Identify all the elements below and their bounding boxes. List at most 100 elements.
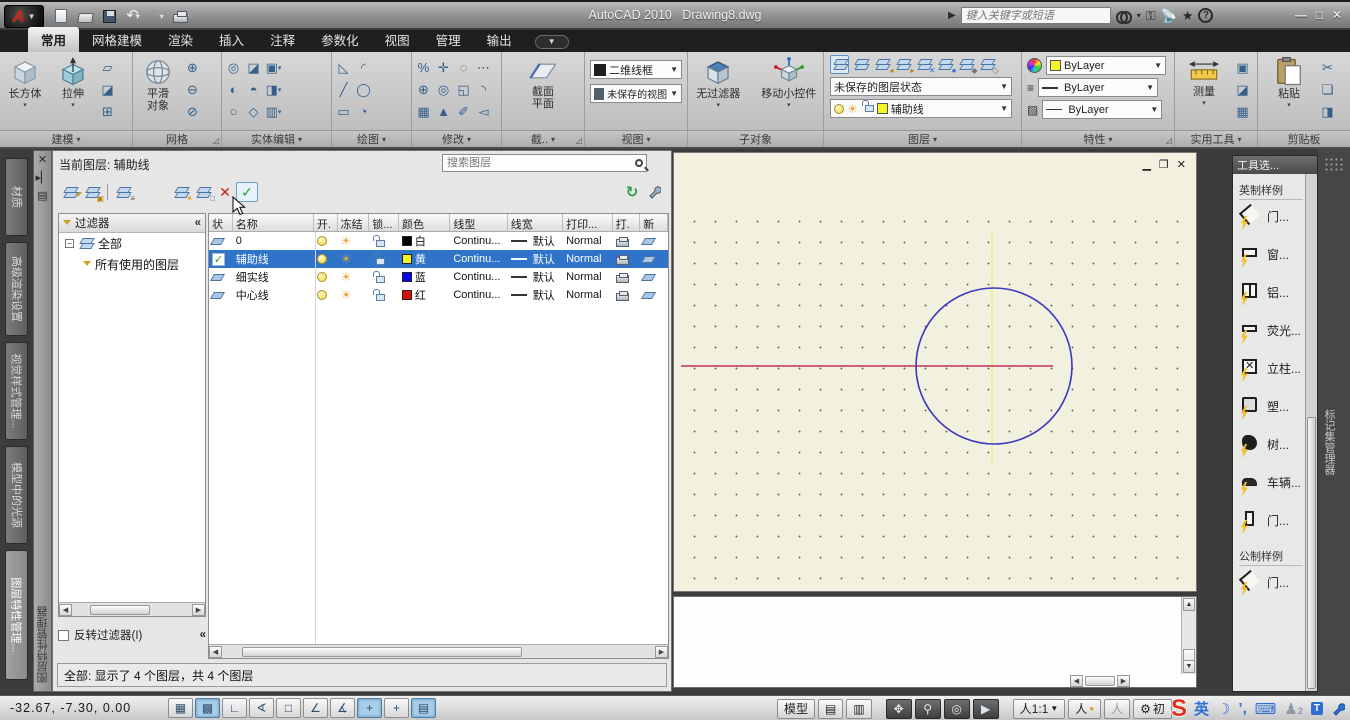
polysolid-icon[interactable]: ▱ — [98, 58, 117, 77]
panel-label-modeling[interactable]: 建模▾ — [0, 130, 132, 147]
no-filter-button[interactable]: 无过滤器▾ — [690, 55, 747, 109]
layer-plot-printer-icon[interactable] — [613, 286, 641, 304]
ribbon-tab-5[interactable]: 参数化 — [308, 27, 372, 52]
column-header-8[interactable]: 打印... — [563, 214, 612, 231]
mesh-reduce-icon[interactable]: ⊖ — [183, 80, 202, 99]
scale-icon[interactable]: ◱ — [454, 80, 473, 99]
layer-plotstyle-cell[interactable]: Normal — [563, 286, 612, 304]
filter-tree-root[interactable]: − 全部 — [59, 233, 205, 254]
copy-icon[interactable]: ◌ — [454, 58, 473, 77]
layer-properties-icon[interactable] — [830, 55, 849, 74]
quick-select-icon[interactable]: ▣ — [1233, 58, 1252, 77]
layer-lineweight-cell[interactable]: 默认 — [508, 250, 563, 268]
divide-icon[interactable]: % — [414, 58, 433, 77]
shell-icon[interactable]: ▥ ▾ — [264, 102, 283, 121]
new-group-filter-button[interactable]: ▣ — [81, 182, 103, 202]
layer-color-cell[interactable]: 黄 — [399, 250, 450, 268]
layer-color-cell[interactable]: 蓝 — [399, 268, 450, 286]
grid-toggle[interactable]: ▩ — [195, 698, 220, 718]
palette-tool-0-5[interactable]: 塑... — [1241, 396, 1305, 416]
layer-row-中心线[interactable]: 中心线☀红Continu...默认Normal — [209, 286, 668, 304]
column-header-7[interactable]: 线宽 — [508, 214, 563, 231]
layer-freeze-sun-icon[interactable]: ☀ — [338, 286, 370, 304]
layer-plot-printer-icon[interactable] — [613, 268, 641, 286]
surface-icon[interactable]: ◪ — [98, 80, 117, 99]
ime-fullhalf-moon-icon[interactable]: ☽ — [1217, 700, 1230, 718]
layer-lock-icon[interactable]: ◆ — [956, 55, 975, 74]
settings-button[interactable] — [643, 182, 665, 202]
tool-palettes-title[interactable]: 工具选... — [1233, 156, 1317, 174]
close-button[interactable]: ✕ — [1332, 8, 1342, 22]
column-header-5[interactable]: 颜色 — [399, 214, 450, 231]
layer-freeze-icon[interactable]: ✕ — [914, 55, 933, 74]
filter-tree-child[interactable]: 所有使用的图层 — [59, 254, 205, 275]
mesh-refine-icon[interactable]: ⊕ — [183, 58, 202, 77]
layer-off-icon[interactable]: ● — [935, 55, 954, 74]
palette-tool-0-1[interactable]: 窗... — [1241, 244, 1305, 264]
workspace-switch-button[interactable]: ⚙初 — [1133, 699, 1172, 719]
panel-label-draw[interactable]: 绘图▾ — [332, 130, 411, 147]
ime-skin-icon[interactable]: T — [1311, 702, 1323, 715]
arc-icon[interactable]: ◜ — [354, 58, 373, 77]
sogou-ime-logo[interactable]: S — [1171, 699, 1187, 719]
layer-on-bulb-icon[interactable] — [314, 268, 338, 286]
layer-lock-icon[interactable] — [369, 250, 399, 268]
showmotion-button[interactable]: ▶ — [973, 699, 999, 719]
layer-unlock-icon[interactable]: ◇ — [977, 55, 996, 74]
layer-color-cell[interactable]: 红 — [399, 286, 450, 304]
layer-state-dropdown[interactable]: 未保存的图层状态▼ — [830, 77, 1012, 96]
panel-label-modify[interactable]: 修改▾ — [412, 130, 501, 147]
text-vertical-scrollbar[interactable]: ▲ ▼ — [1181, 597, 1196, 674]
object-color-dropdown[interactable]: ByLayer▼ — [1046, 56, 1166, 75]
panel-label-subobject[interactable]: 子对象 — [688, 130, 823, 147]
scroll-right-icon[interactable]: ▶ — [192, 604, 205, 616]
viewport-close-icon[interactable]: ✕ — [1177, 158, 1186, 171]
table-horizontal-scrollbar[interactable]: ◀ ▶ — [209, 644, 668, 658]
layer-plot-printer-icon[interactable] — [613, 250, 641, 268]
thicken-icon[interactable]: ◓ — [244, 80, 263, 99]
smooth-object-button[interactable]: 平滑对象 — [135, 55, 181, 112]
tree-expand-icon[interactable]: − — [65, 239, 74, 248]
model-space-button[interactable]: 模型 — [777, 699, 815, 719]
layer-states-manager-button[interactable]: ≡ — [112, 182, 134, 202]
panel-label-properties[interactable]: 特性▾◿ — [1022, 130, 1174, 147]
panel-label-layers[interactable]: 图层▾ — [824, 130, 1021, 147]
ribbon-tab-0[interactable]: 常用 — [28, 27, 79, 52]
ime-punctuation-icon[interactable]: ’, — [1238, 700, 1246, 717]
panel-launcher-icon[interactable]: ◿ — [1166, 136, 1172, 145]
palette-tool-0-6[interactable]: 树... — [1241, 434, 1305, 454]
help-icon[interactable]: ? — [1198, 8, 1213, 23]
panel-label-clipboard[interactable]: 剪贴板 — [1258, 130, 1350, 147]
favorites-star-icon[interactable]: ★ — [1182, 8, 1194, 24]
slice-icon[interactable]: ◪ — [244, 58, 263, 77]
line-icon[interactable]: ╱ — [334, 80, 353, 99]
ime-user-icon[interactable]: ♟2 — [1284, 700, 1302, 718]
layer-linetype-cell[interactable]: Continu... — [450, 232, 507, 250]
section-plane-button[interactable]: 截面平面 — [513, 55, 573, 110]
layer-lock-icon[interactable] — [369, 268, 399, 286]
dyn-toggle[interactable]: + — [384, 698, 409, 718]
layer-isolate-icon[interactable]: ▸ — [893, 55, 912, 74]
coordinates-readout[interactable]: -32.67, -7.30, 0.00 — [10, 701, 131, 715]
layer-linetype-cell[interactable]: Continu... — [450, 250, 507, 268]
palette-tool-0-8[interactable]: 门... — [1241, 510, 1305, 530]
subscription-key-icon[interactable]: ⚿ — [1146, 8, 1156, 24]
ducs-toggle[interactable]: + — [357, 698, 382, 718]
layer-lineweight-cell[interactable]: 默认 — [508, 286, 563, 304]
array-icon[interactable]: ▦ — [414, 102, 433, 121]
layer-lineweight-cell[interactable]: 默认 — [508, 232, 563, 250]
layer-vpfreeze-icon[interactable] — [640, 268, 668, 286]
palette-scrollbar[interactable] — [1305, 174, 1317, 691]
lineweight-dropdown[interactable]: ByLayer▼ — [1038, 78, 1158, 97]
lineweight-toggle[interactable]: ▤ — [411, 698, 436, 718]
mesh-crease-icon[interactable]: ⊘ — [183, 102, 202, 121]
imprint-icon[interactable]: ◨ ▾ — [264, 80, 283, 99]
column-header-9[interactable]: 打. — [613, 214, 641, 231]
scroll-right-icon[interactable]: ▶ — [1117, 675, 1130, 687]
panel-label-utilities[interactable]: 实用工具▾ — [1175, 130, 1257, 147]
zoom-button[interactable]: ⚲ — [915, 699, 941, 719]
gizmo-icon[interactable]: ⊕ — [414, 80, 433, 99]
measure-point-icon[interactable]: ⋯ — [474, 58, 493, 77]
steering-wheel-button[interactable]: ◎ — [944, 699, 970, 719]
ribbon-minimize-button[interactable]: ▼ — [535, 35, 569, 49]
